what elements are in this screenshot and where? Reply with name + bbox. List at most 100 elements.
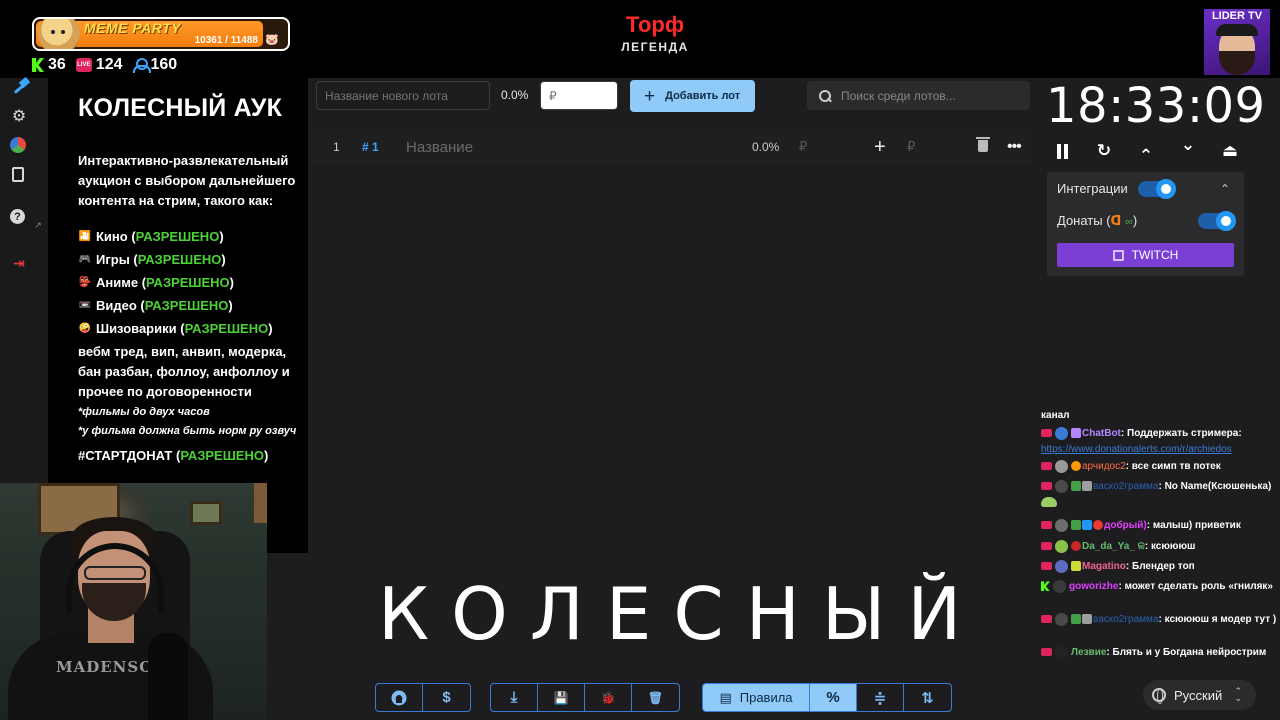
- user-badge-icon: [1082, 520, 1092, 531]
- rules-button[interactable]: ▤ Правила: [703, 684, 810, 711]
- twitch-button[interactable]: TWITCH: [1057, 243, 1234, 267]
- auction-info-title: КОЛЕСНЫЙ АУК: [78, 94, 283, 122]
- github-icon: [391, 690, 407, 705]
- download-button[interactable]: ⤓: [491, 684, 538, 711]
- category-list: 🎦 Кино (РАЗРЕШЕНО) 🎮 Игры (РАЗРЕШЕНО) 👺 Аниме…: [78, 225, 308, 340]
- lot-index: 1: [333, 140, 340, 154]
- logout-icon[interactable]: ⇥: [10, 254, 28, 272]
- clipboard-icon[interactable]: [12, 167, 24, 182]
- donations-row: Донаты (ᗡ ∞): [1057, 213, 1137, 229]
- check-badge-icon: [1071, 520, 1081, 531]
- chat-message: добрый): малыш) приветик: [1041, 518, 1277, 534]
- live-icon: [1041, 482, 1052, 491]
- new-lot-percent: 0.0%: [501, 88, 529, 102]
- sort-button[interactable]: ⇅: [904, 684, 951, 711]
- wall-painting: [190, 501, 222, 525]
- chat-message: ChatBot: Поддержать стримера: https://www…: [1041, 426, 1242, 455]
- bug-report-button[interactable]: 🐞: [585, 684, 632, 711]
- github-button[interactable]: [376, 684, 423, 711]
- donationalerts-icon: ᗡ: [1110, 213, 1122, 228]
- kick-viewers: 36: [32, 56, 66, 74]
- channel-title: Торф: [625, 12, 685, 37]
- live-viewer-count: 124: [95, 56, 123, 73]
- new-lot-amount-input[interactable]: [540, 81, 618, 110]
- stream-overlay-bar: MEME PARTY 10361 / 11488 🐷 36 LIVE 124 1…: [0, 0, 1280, 78]
- auction-description: Интерактивно-развлекательный аукцион с в…: [78, 153, 296, 208]
- auction-timer: 18:33:09: [1046, 78, 1266, 134]
- category-emoji-icon: 📼: [78, 299, 92, 311]
- save-button[interactable]: 💾: [538, 684, 585, 711]
- category-emoji-icon: 👺: [78, 276, 92, 288]
- percent-button[interactable]: %: [810, 684, 857, 711]
- chat-username: добрый): [1104, 520, 1147, 531]
- auction-info-panel: КОЛЕСНЫЙ АУК Интерактивно-развлекательны…: [48, 78, 308, 553]
- hammer-icon[interactable]: [10, 78, 32, 94]
- donation-link[interactable]: https://www.donationalerts.com/r/archied…: [1041, 444, 1232, 455]
- add-time-button[interactable]: ⌃: [1134, 145, 1158, 167]
- donations-toggle[interactable]: [1198, 211, 1236, 231]
- gear-icon[interactable]: ⚙: [10, 107, 28, 125]
- chat-username: арчидос2: [1082, 461, 1126, 472]
- wall-painting: [254, 483, 267, 523]
- donate-button[interactable]: $: [423, 684, 470, 711]
- lot-row: 1 # 1 Название 0.0% ₽ + ₽ •••: [312, 129, 1032, 165]
- new-lot-name-input[interactable]: [316, 81, 490, 110]
- double-time-button[interactable]: ⏏: [1218, 140, 1242, 162]
- lot-extra-amount-field[interactable]: ₽: [907, 139, 915, 155]
- integrations-toggle[interactable]: [1138, 179, 1176, 199]
- auction-note: *фильмы до двух часов: [78, 406, 210, 418]
- viewer-stats: 36 LIVE 124 160: [32, 56, 177, 74]
- total-viewer-count: 160: [150, 56, 178, 73]
- question-icon[interactable]: ?: [10, 209, 25, 224]
- user-badge-icon: [1082, 481, 1092, 492]
- live-icon: LIVE: [75, 58, 92, 72]
- clear-icon: 🗑: [647, 690, 664, 705]
- lot-name-field[interactable]: Название: [406, 139, 473, 156]
- pepe-emote-icon: [1041, 497, 1057, 508]
- kick-icon: [1041, 581, 1050, 592]
- language-select[interactable]: Русский ⌃ ⌄: [1143, 680, 1256, 710]
- chat-message-text: ксюююш: [1150, 541, 1196, 552]
- chat-overlay: канал ChatBot: Поддержать стримера: https…: [1034, 402, 1280, 682]
- donations-label: Донаты (: [1057, 213, 1111, 228]
- category-label: Шизоварики (РАЗРЕШЕНО): [96, 321, 273, 336]
- pie-chart-icon[interactable]: [10, 137, 26, 153]
- chat-username: Da_da_Ya_ ଳ: [1082, 541, 1145, 552]
- chevron-up-icon[interactable]: ⌃: [1220, 182, 1230, 196]
- merge-button[interactable]: ≑: [857, 684, 904, 711]
- live-icon: [1041, 542, 1052, 551]
- pause-button[interactable]: [1050, 140, 1074, 162]
- category-emoji-icon: 🤪: [78, 322, 92, 334]
- chat-message: канал: [1041, 408, 1277, 424]
- avatar: [1055, 612, 1068, 626]
- check-badge-icon: [1071, 614, 1081, 625]
- donations-close: ): [1132, 213, 1138, 228]
- avatar: [1053, 579, 1066, 593]
- lot-id: # 1: [362, 140, 379, 154]
- auction-other-options: вебм тред, вип, анвип, модерка, бан разб…: [78, 344, 290, 399]
- add-lot-button[interactable]: + Добавить лот: [630, 80, 755, 112]
- category-label: Видео (РАЗРЕШЕНО): [96, 298, 233, 313]
- avatar: [1055, 559, 1068, 573]
- chat-message-text: Блять и у Богдана нейрострим: [1112, 647, 1267, 658]
- lot-search[interactable]: Поиск среди лотов...: [807, 81, 1030, 110]
- live-icon: [1041, 429, 1052, 438]
- chat-message-text: No Name(Ксюшенька): [1164, 481, 1272, 492]
- chat-message: арчидос2: все симп тв потек: [1041, 459, 1277, 475]
- chat-username: ChatBot: [1082, 428, 1121, 439]
- rules-label: Правила: [739, 690, 793, 705]
- kick-viewer-count: 36: [48, 56, 66, 73]
- app-sidebar: ⚙ ? ↗ ⇥: [0, 78, 48, 488]
- subtract-time-button[interactable]: ⌄: [1176, 134, 1200, 156]
- trash-icon[interactable]: [976, 137, 990, 152]
- lot-amount-field[interactable]: ₽: [799, 139, 807, 155]
- category-label: Аниме (РАЗРЕШЕНО): [96, 275, 235, 290]
- chat-message-text: Поддержать стримера:: [1127, 428, 1242, 439]
- infinity-icon: ∞: [1124, 216, 1133, 228]
- lider-tv-label: LIDER TV: [1211, 10, 1263, 22]
- clear-lots-button[interactable]: 🗑: [632, 684, 679, 711]
- more-options-icon[interactable]: •••: [1007, 138, 1022, 156]
- reset-timer-button[interactable]: ↻: [1092, 140, 1116, 162]
- lot-add-amount-button[interactable]: +: [874, 136, 886, 159]
- twitch-icon: [1112, 249, 1124, 261]
